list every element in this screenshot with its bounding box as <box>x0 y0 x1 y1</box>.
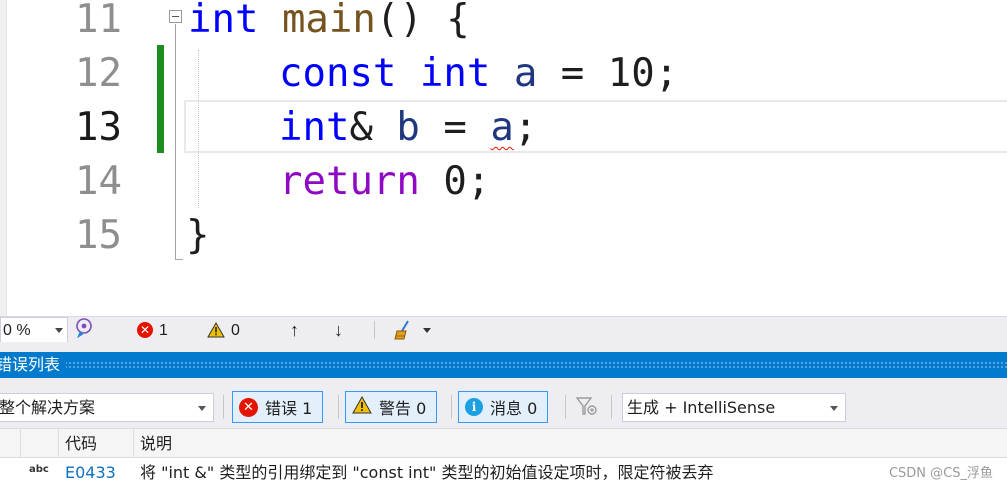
error-count-button[interactable]: ✕ 1 <box>137 317 168 343</box>
warning-count: 0 <box>231 321 240 339</box>
filter-messages-button[interactable]: i 消息 0 <box>458 391 549 423</box>
line-number: 11 <box>75 0 122 42</box>
filter-messages-label: 消息 0 <box>490 399 538 418</box>
column-header-description[interactable]: 说明 <box>133 429 1007 458</box>
scope-value: 整个解决方案 <box>0 398 96 417</box>
error-icon: ✕ <box>137 322 153 338</box>
code-text[interactable]: const int a = 10; <box>279 47 678 101</box>
error-count: 1 <box>159 321 168 339</box>
error-list-panel: 错误列表 整个解决方案 ✕ 错误 1 警告 0 i 消息 0 生成 + Inte… <box>0 342 1007 489</box>
divider <box>565 395 566 419</box>
punctuation: ; <box>513 105 538 150</box>
column-header-severity[interactable] <box>20 429 58 458</box>
table-row[interactable]: abc E0433 将 "int &" 类型的引用绑定到 "const int"… <box>0 458 1007 489</box>
number-literal: 10; <box>607 51 679 96</box>
code-text[interactable]: int main() { <box>188 0 470 47</box>
warning-icon <box>207 322 225 338</box>
filter-errors-button[interactable]: ✕ 错误 1 <box>232 391 324 423</box>
filter-errors-label: 错误 1 <box>265 399 313 418</box>
line-number: 12 <box>75 51 122 96</box>
error-squiggle-variable[interactable]: a <box>490 105 513 150</box>
operator: = <box>443 105 467 150</box>
code-text[interactable]: } <box>186 209 209 263</box>
number-literal: 0; <box>443 159 491 204</box>
spelling-error-icon: abc <box>29 464 49 475</box>
divider <box>374 321 375 339</box>
code-text[interactable]: return 0; <box>279 155 490 209</box>
filter-warnings-label: 警告 0 <box>379 399 427 418</box>
watermark: CSDN @CS_浮鱼 <box>888 466 993 481</box>
titlebar-grip <box>64 361 1007 369</box>
divider <box>451 395 452 419</box>
keyword: int <box>419 51 491 96</box>
chevron-down-icon <box>198 406 206 411</box>
variable: b <box>396 105 420 150</box>
divider <box>223 395 224 419</box>
operator: = <box>560 51 585 96</box>
error-list-toolbar: 整个解决方案 ✕ 错误 1 警告 0 i 消息 0 生成 + IntelliSe… <box>0 378 1007 428</box>
code-line-12[interactable]: 12 const int a = 10; <box>0 47 1007 101</box>
variable: a <box>513 51 538 96</box>
error-list-title: 错误列表 <box>0 352 67 378</box>
error-code-link[interactable]: E0433 <box>65 458 116 489</box>
code-editor[interactable]: 11 int main() { 12 const int a = 10; 13 … <box>0 0 1007 316</box>
line-number: 15 <box>75 213 122 258</box>
intellicode-icon[interactable] <box>74 317 94 343</box>
chevron-down-icon <box>55 328 63 333</box>
zoom-level-value: 0 % <box>3 322 31 339</box>
operator: & <box>349 105 373 150</box>
error-icon: ✕ <box>239 397 258 417</box>
info-icon: i <box>465 398 483 416</box>
code-line-15[interactable]: 15 } <box>0 209 1007 263</box>
source-value: 生成 + IntelliSense <box>627 398 776 417</box>
keyword: int <box>279 105 350 150</box>
warning-count-button[interactable]: 0 <box>207 317 240 343</box>
next-issue-button[interactable]: ↓ <box>334 317 343 343</box>
punctuation: () { <box>375 0 470 42</box>
editor-status-strip: 0 % ✕ 1 0 ↑ ↓ <box>0 316 1007 343</box>
line-number: 14 <box>75 159 122 204</box>
column-header-code[interactable]: 代码 <box>58 429 133 458</box>
funnel-icon <box>575 397 597 415</box>
error-description: 将 "int &" 类型的引用绑定到 "const int" 类型的初始值设定项… <box>140 463 714 482</box>
error-list-titlebar[interactable]: 错误列表 <box>0 352 1007 378</box>
keyword: const <box>279 51 397 96</box>
source-combo[interactable]: 生成 + IntelliSense <box>622 393 846 422</box>
scope-combo[interactable]: 整个解决方案 <box>0 393 214 422</box>
code-line-13[interactable]: 13 int& b = a; <box>0 101 1007 155</box>
warning-icon <box>352 395 372 418</box>
code-line-11[interactable]: 11 int main() { <box>0 0 1007 47</box>
function-name: main <box>281 0 376 42</box>
divider <box>338 395 339 419</box>
arrow-up-icon: ↑ <box>290 319 299 340</box>
broom-icon <box>394 320 431 340</box>
closing-brace: } <box>186 213 210 258</box>
divider <box>611 395 612 419</box>
zoom-level-combo[interactable]: 0 % <box>0 317 68 343</box>
filter-warnings-button[interactable]: 警告 0 <box>345 391 438 423</box>
error-table-header: 代码 说明 <box>0 428 1007 458</box>
control-keyword: return <box>279 159 420 204</box>
line-number: 13 <box>75 105 122 150</box>
code-text[interactable]: int& b = a; <box>279 101 537 155</box>
chevron-down-icon <box>830 406 838 411</box>
keyword: int <box>188 0 259 42</box>
filter-funnel-button[interactable] <box>575 396 599 422</box>
previous-issue-button[interactable]: ↑ <box>290 317 299 343</box>
arrow-down-icon: ↓ <box>334 319 343 340</box>
code-line-14[interactable]: 14 return 0; <box>0 155 1007 209</box>
